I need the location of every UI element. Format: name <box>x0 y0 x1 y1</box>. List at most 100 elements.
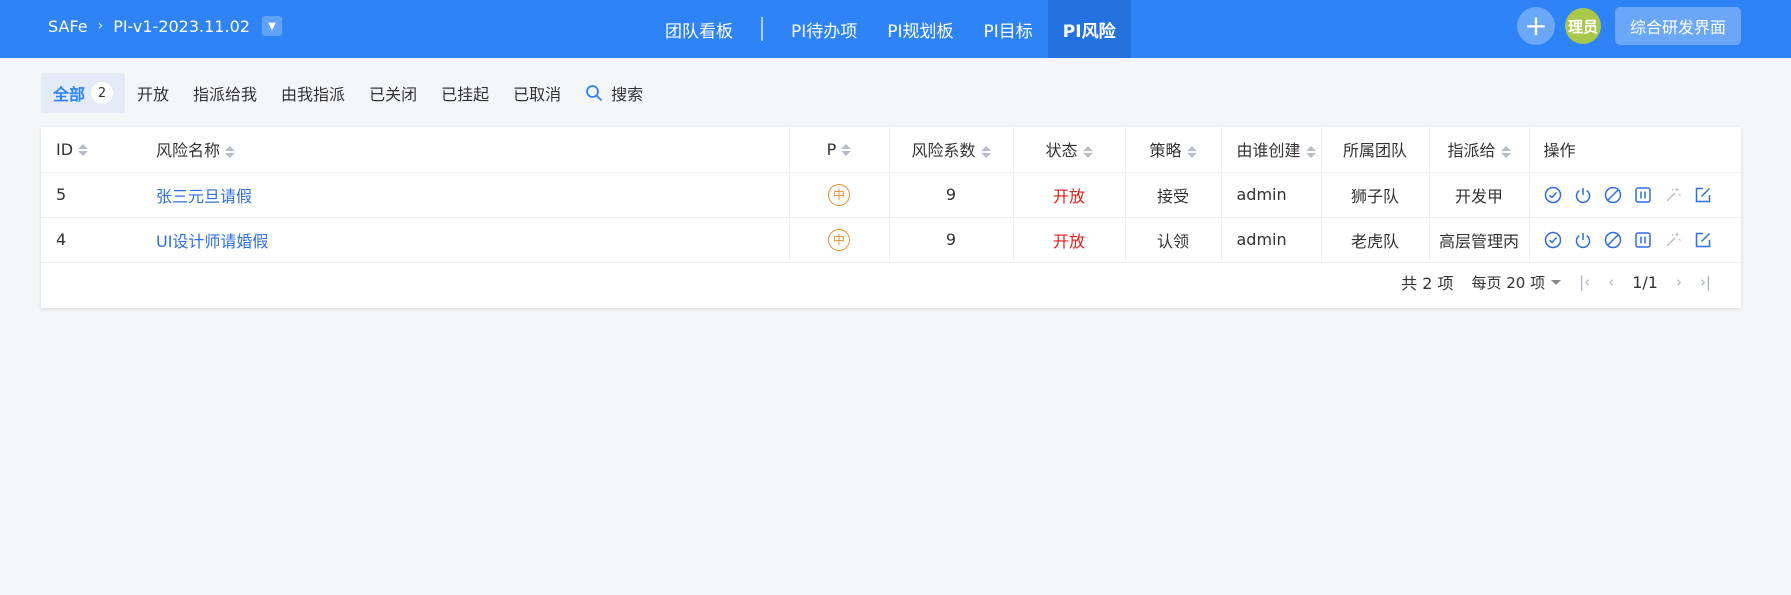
main-nav: 团队看板 PI待办项 PI规划板 PI目标 PI风险 <box>650 0 1131 58</box>
cell-team: 老虎队 <box>1321 217 1430 263</box>
check-circle-icon[interactable] <box>1544 231 1562 249</box>
sort-icon[interactable] <box>1305 145 1316 158</box>
col-id[interactable]: ID <box>41 127 141 173</box>
col-risk-coef[interactable]: 风险系数 <box>889 127 1014 173</box>
cell-assignee: 高层管理丙 <box>1429 217 1530 263</box>
filter-closed[interactable]: 已关闭 <box>357 73 429 113</box>
power-icon[interactable] <box>1574 186 1592 204</box>
sort-icon[interactable] <box>78 144 89 157</box>
cell-strategy: 接受 <box>1125 172 1222 218</box>
table-row: 4 UI设计师请婚假 中 9 开放 认领 admin 老虎队 高层管理丙 <box>41 217 1742 263</box>
col-strategy-label: 策略 <box>1149 141 1182 161</box>
filter-assigned-by-me[interactable]: 由我指派 <box>269 73 357 113</box>
nav-pi-backlog[interactable]: PI待办项 <box>776 3 872 55</box>
breadcrumb: SAFe › PI-v1-2023.11.02 ▼ <box>48 0 282 52</box>
col-creator-label: 由谁创建 <box>1236 141 1301 161</box>
row-actions <box>1530 186 1742 204</box>
search-button[interactable]: 搜索 <box>573 73 655 113</box>
filter-suspended[interactable]: 已挂起 <box>429 73 501 113</box>
add-icon[interactable]: + <box>1516 7 1555 45</box>
sort-icon[interactable] <box>841 144 852 157</box>
col-ops: 操作 <box>1529 127 1741 173</box>
edit-icon[interactable] <box>1694 231 1712 249</box>
col-status[interactable]: 状态 <box>1013 127 1126 173</box>
sort-icon[interactable] <box>225 145 236 158</box>
pause-icon[interactable] <box>1634 231 1652 249</box>
cell-risk-coef: 9 <box>889 172 1014 218</box>
sort-icon[interactable] <box>1082 145 1093 158</box>
row-actions <box>1530 231 1742 249</box>
nav-divider <box>761 17 763 41</box>
filter-bar: 全部 2 开放 指派给我 由我指派 已关闭 已挂起 已取消 搜索 <box>41 73 655 113</box>
cell-creator: admin <box>1221 172 1322 218</box>
cell-id: 4 <box>41 217 141 263</box>
breadcrumb-root[interactable]: SAFe <box>48 17 88 36</box>
cell-status: 开放 <box>1013 217 1126 263</box>
top-header: SAFe › PI-v1-2023.11.02 ▼ 团队看板 PI待办项 PI规… <box>0 0 1791 58</box>
col-priority[interactable]: P <box>789 127 890 173</box>
priority-badge: 中 <box>828 228 850 251</box>
filter-assigned-to-me[interactable]: 指派给我 <box>181 73 269 113</box>
avatar[interactable]: 理员 <box>1564 8 1601 44</box>
col-assignee[interactable]: 指派给 <box>1429 127 1530 173</box>
filter-cancelled[interactable]: 已取消 <box>501 73 573 113</box>
sort-icon[interactable] <box>1186 145 1197 158</box>
col-id-label: ID <box>56 139 74 159</box>
check-circle-icon[interactable] <box>1544 186 1562 204</box>
risk-name-link[interactable]: UI设计师请婚假 <box>156 232 268 251</box>
cell-assignee: 开发甲 <box>1429 172 1530 218</box>
col-strategy[interactable]: 策略 <box>1125 127 1222 173</box>
risk-name-link[interactable]: 张三元旦请假 <box>156 187 252 206</box>
risk-table-card: ID 风险名称 P 风险系数 状态 策略 由谁创建 所属团队 指派给 操作 5 … <box>41 127 1741 308</box>
sort-icon[interactable] <box>980 145 991 158</box>
cell-strategy: 认领 <box>1125 217 1222 263</box>
per-page-select[interactable]: 每页 20 项 <box>1472 272 1562 293</box>
total-count: 共 2 项 <box>1401 274 1454 293</box>
filter-all-count: 2 <box>91 82 114 104</box>
filter-all[interactable]: 全部 2 <box>41 73 126 113</box>
edit-icon[interactable] <box>1694 186 1712 204</box>
priority-badge: 中 <box>828 183 850 206</box>
search-icon <box>586 85 603 101</box>
pause-icon[interactable] <box>1634 186 1652 204</box>
col-creator[interactable]: 由谁创建 <box>1221 127 1322 173</box>
search-label: 搜索 <box>611 85 644 104</box>
filter-all-label: 全部 <box>53 85 86 104</box>
pi-dropdown-icon[interactable]: ▼ <box>261 16 282 36</box>
magic-wand-icon <box>1665 187 1681 202</box>
cell-creator: admin <box>1221 217 1322 263</box>
ban-icon[interactable] <box>1604 186 1622 204</box>
table-header-row: ID 风险名称 P 风险系数 状态 策略 由谁创建 所属团队 指派给 操作 <box>41 127 1741 173</box>
col-priority-label: P <box>826 139 837 159</box>
nav-pi-planning-board[interactable]: PI规划板 <box>872 3 968 55</box>
risk-table: ID 风险名称 P 风险系数 状态 策略 由谁创建 所属团队 指派给 操作 5 … <box>41 127 1741 263</box>
col-assignee-label: 指派给 <box>1447 141 1496 161</box>
nav-pi-objectives[interactable]: PI目标 <box>969 3 1048 55</box>
col-ops-label: 操作 <box>1543 141 1576 161</box>
prev-page-icon[interactable]: ‹ <box>1608 273 1614 291</box>
header-actions: + 理员 综合研发界面 <box>1516 0 1741 52</box>
nav-pi-risks[interactable]: PI风险 <box>1047 0 1131 58</box>
breadcrumb-current[interactable]: PI-v1-2023.11.02 <box>113 17 250 36</box>
cell-status: 开放 <box>1013 172 1126 218</box>
filter-open[interactable]: 开放 <box>125 73 181 113</box>
pagination: 共 2 项 每页 20 项 |‹ ‹ 1/1 › ›| <box>1401 264 1711 300</box>
magic-wand-icon <box>1665 232 1681 247</box>
ban-icon[interactable] <box>1604 231 1622 249</box>
col-team: 所属团队 <box>1321 127 1430 173</box>
col-name[interactable]: 风险名称 <box>141 127 790 173</box>
col-team-label: 所属团队 <box>1342 141 1407 161</box>
last-page-icon[interactable]: ›| <box>1700 273 1711 291</box>
col-status-label: 状态 <box>1045 141 1078 161</box>
table-row: 5 张三元旦请假 中 9 开放 接受 admin 狮子队 开发甲 <box>41 172 1742 218</box>
col-name-label: 风险名称 <box>156 141 221 161</box>
col-risk-coef-label: 风险系数 <box>911 141 976 161</box>
sort-icon[interactable] <box>1500 145 1511 158</box>
next-page-icon[interactable]: › <box>1676 273 1682 291</box>
first-page-icon[interactable]: |‹ <box>1579 273 1590 291</box>
nav-team-board[interactable]: 团队看板 <box>650 3 748 55</box>
power-icon[interactable] <box>1574 231 1592 249</box>
per-page-label: 每页 20 项 <box>1471 273 1546 292</box>
integrated-dev-button[interactable]: 综合研发界面 <box>1614 7 1741 45</box>
cell-id: 5 <box>41 172 141 218</box>
